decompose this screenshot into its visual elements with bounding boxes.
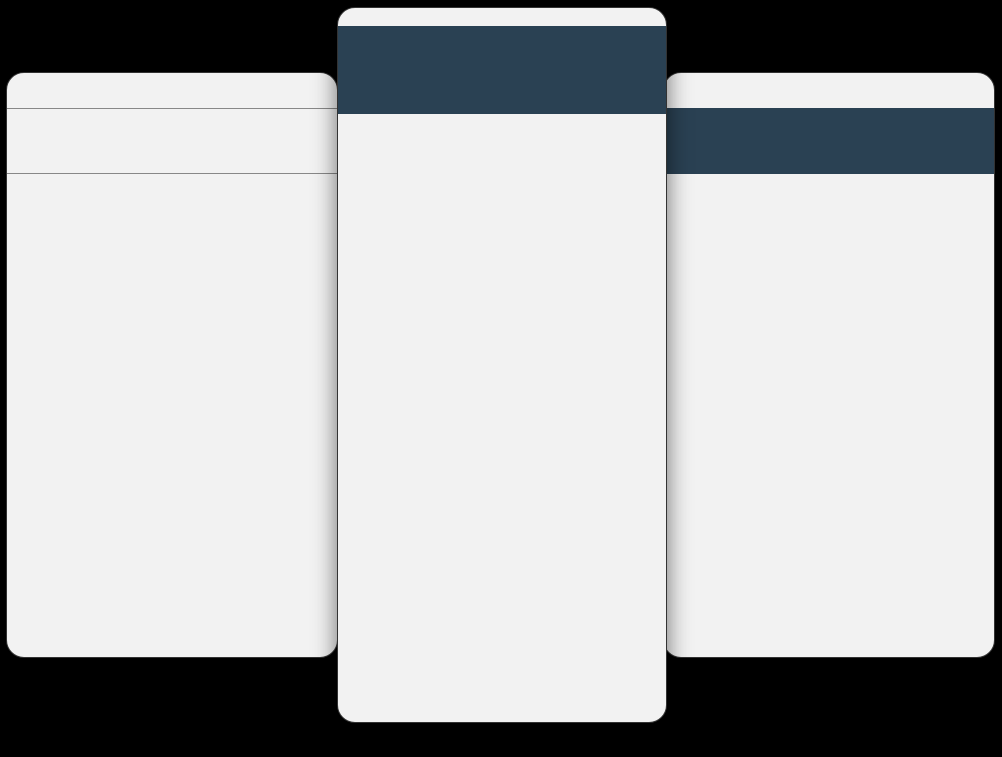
card-right <box>663 72 995 658</box>
divider-line <box>7 108 337 109</box>
divider-line <box>7 173 337 174</box>
card-center <box>337 7 667 723</box>
card-left <box>6 72 338 658</box>
header-bar <box>664 108 994 174</box>
header-bar <box>338 26 666 114</box>
